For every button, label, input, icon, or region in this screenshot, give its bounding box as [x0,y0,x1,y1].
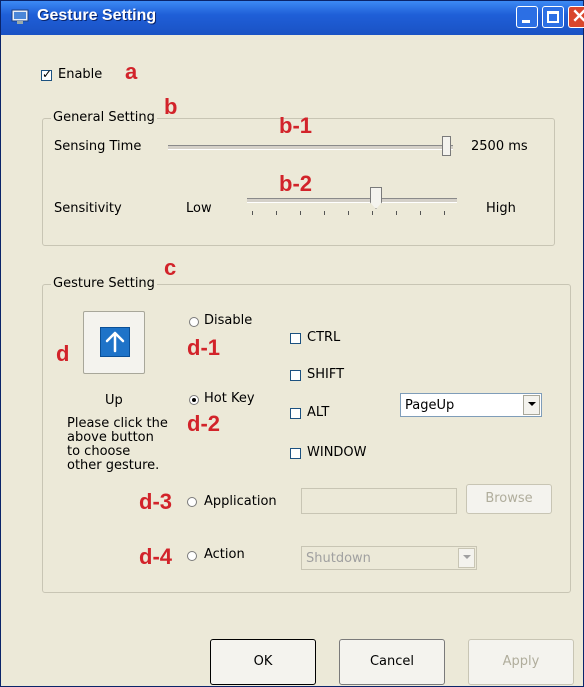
window-title: Gesture Setting [37,7,157,24]
action-select[interactable]: Shutdown [301,546,477,570]
gesture-help-line: other gesture. [67,458,160,473]
sensing-time-slider-thumb[interactable] [442,136,451,156]
browse-button[interactable]: Browse [466,484,552,514]
up-arrow-icon [100,327,130,357]
hotkey-select[interactable]: PageUp [400,393,542,417]
alt-checkbox[interactable] [290,408,301,419]
action-select-value: Shutdown [306,551,371,566]
ctrl-checkbox[interactable] [290,333,301,344]
sensitivity-tick [396,211,397,215]
sensitivity-tick [348,211,349,215]
annotation-d2: d-2 [187,411,220,436]
enable-label: Enable [58,67,103,82]
gesture-help-line: to choose [67,444,131,459]
application-radio[interactable] [187,497,197,507]
annotation-a: a [125,59,138,84]
sensitivity-tick [300,211,301,215]
annotation-b1: b-1 [279,113,312,138]
shift-label: SHIFT [307,367,345,382]
close-button[interactable] [568,3,584,28]
sensitivity-tick [420,211,421,215]
gesture-setting-title: Gesture Setting [51,276,157,291]
gesture-setting-window: Gesture Setting Enable a General Setting… [0,0,584,687]
gesture-select-button[interactable] [83,311,145,374]
alt-label: ALT [307,405,330,420]
annotation-b2: b-2 [279,171,312,196]
hotkey-select-value: PageUp [405,398,455,413]
sensitivity-tick [372,211,373,215]
title-bar[interactable]: Gesture Setting [1,1,584,35]
chevron-down-icon[interactable] [458,548,475,568]
ctrl-label: CTRL [307,330,341,345]
sensing-time-track[interactable] [168,145,453,150]
application-path-input[interactable] [301,488,457,514]
sensitivity-tick [276,211,277,215]
sensitivity-high-label: High [486,201,516,216]
cancel-button[interactable]: Cancel [339,639,445,685]
minimize-button[interactable] [516,6,538,28]
window-label: WINDOW [307,445,367,460]
action-label: Action [204,547,245,562]
annotation-d4: d-4 [139,544,172,569]
application-label: Application [204,494,277,509]
hotkey-label: Hot Key [204,391,255,406]
general-setting-title: General Setting [51,110,157,125]
sensitivity-track[interactable] [247,198,457,203]
annotation-d3: d-3 [139,489,172,514]
maximize-button[interactable] [542,6,564,28]
hotkey-radio[interactable] [189,395,199,405]
disable-radio[interactable] [189,317,199,327]
monitor-icon [11,9,29,24]
disable-label: Disable [204,313,253,328]
sensing-time-value: 2500 ms [471,139,528,154]
annotation-d1: d-1 [187,335,220,360]
annotation-c: c [164,255,177,280]
sensitivity-tick [324,211,325,215]
window-checkbox[interactable] [290,448,301,459]
gesture-name-label: Up [105,393,123,408]
apply-button[interactable]: Apply [468,639,574,685]
ok-button[interactable]: OK [210,639,316,685]
gesture-help-line: Please click the [67,416,168,431]
sensitivity-label: Sensitivity [54,201,122,216]
enable-checkbox[interactable] [41,67,52,81]
chevron-down-icon[interactable] [523,395,540,415]
sensing-time-label: Sensing Time [54,139,142,154]
sensitivity-low-label: Low [186,201,212,216]
annotation-b: b [164,94,178,119]
gesture-help-line: above button [67,430,154,445]
shift-checkbox[interactable] [290,370,301,381]
sensitivity-tick [444,211,445,215]
annotation-d: d [56,341,70,366]
action-radio[interactable] [187,551,197,561]
sensitivity-tick [252,211,253,215]
